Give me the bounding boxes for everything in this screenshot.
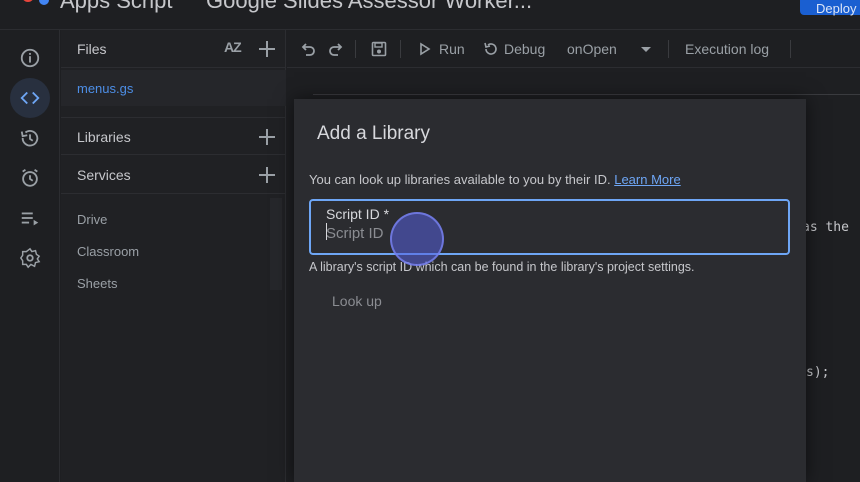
toolbar-divider [400, 40, 401, 58]
editor-tab-bar [313, 94, 860, 95]
execution-log-button[interactable]: Execution log [685, 41, 769, 57]
script-id-field[interactable]: Script ID * [309, 199, 790, 255]
add-library-dialog: Add a Library You can look up libraries … [294, 99, 806, 482]
overview-nav-item[interactable] [10, 38, 50, 78]
settings-nav-item[interactable] [10, 238, 50, 278]
dialog-title: Add a Library [317, 123, 431, 144]
file-item[interactable]: menus.gs [61, 70, 286, 106]
cursor-indicator [390, 212, 444, 266]
toolbar-divider [790, 40, 791, 58]
code-icon [20, 91, 40, 105]
files-header: Files AZ [61, 30, 286, 68]
files-panel: Files AZ menus.gs Libraries Services Dri… [61, 30, 286, 482]
triggers-nav-item[interactable] [10, 158, 50, 198]
undo-icon[interactable] [299, 40, 317, 58]
service-item-classroom[interactable]: Classroom [77, 244, 139, 259]
files-title: Files [77, 41, 107, 57]
redo-icon[interactable] [327, 40, 345, 58]
learn-more-link[interactable]: Learn More [614, 172, 680, 187]
save-icon[interactable] [370, 40, 388, 58]
chevron-down-icon[interactable] [639, 40, 653, 58]
service-item-sheets[interactable]: Sheets [77, 276, 117, 291]
add-file-icon[interactable] [257, 39, 277, 59]
dialog-description-text: You can look up libraries available to y… [309, 172, 611, 187]
panel-scrollbar[interactable] [270, 198, 282, 290]
libraries-header: Libraries [61, 117, 286, 155]
apps-script-logo [20, 0, 50, 8]
gear-icon [19, 247, 41, 269]
project-title[interactable]: Google Slides Assessor Worker... [206, 0, 532, 14]
look-up-button[interactable]: Look up [317, 285, 397, 317]
sort-az-icon[interactable]: AZ [224, 39, 242, 55]
code-fragment: as the [802, 220, 849, 235]
editor-toolbar: Run Debug onOpen Execution log [287, 30, 860, 68]
function-select[interactable]: onOpen [567, 41, 617, 57]
top-bar: Apps Script Google Slides Assessor Worke… [0, 0, 860, 30]
left-nav-rail [0, 30, 60, 482]
dialog-description: You can look up libraries available to y… [309, 172, 681, 187]
code-fragment: s); [806, 365, 830, 380]
toolbar-divider [355, 40, 356, 58]
app-name: Apps Script [60, 0, 173, 13]
libraries-title: Libraries [77, 129, 131, 145]
run-icon[interactable] [418, 40, 432, 58]
services-title: Services [77, 167, 131, 183]
file-name: menus.gs [77, 81, 134, 96]
service-item-drive[interactable]: Drive [77, 212, 107, 227]
debug-icon[interactable] [482, 40, 500, 58]
editor-nav-item[interactable] [10, 78, 50, 118]
field-helper-text: A library's script ID which can be found… [309, 260, 695, 274]
debug-button[interactable]: Debug [504, 41, 545, 57]
alarm-icon [22, 168, 38, 187]
add-library-icon[interactable] [257, 127, 277, 147]
executions-nav-item[interactable] [10, 198, 50, 238]
history-nav-item[interactable] [10, 118, 50, 158]
playlist-icon [21, 212, 39, 226]
toolbar-divider [668, 40, 669, 58]
add-service-icon[interactable] [257, 165, 277, 185]
script-id-label: Script ID * [326, 206, 390, 222]
history-icon [20, 129, 39, 147]
text-caret [326, 223, 327, 240]
deploy-button[interactable]: Deploy [800, 0, 860, 16]
run-button[interactable]: Run [439, 41, 465, 57]
info-icon [20, 48, 40, 68]
services-header: Services [61, 156, 286, 194]
